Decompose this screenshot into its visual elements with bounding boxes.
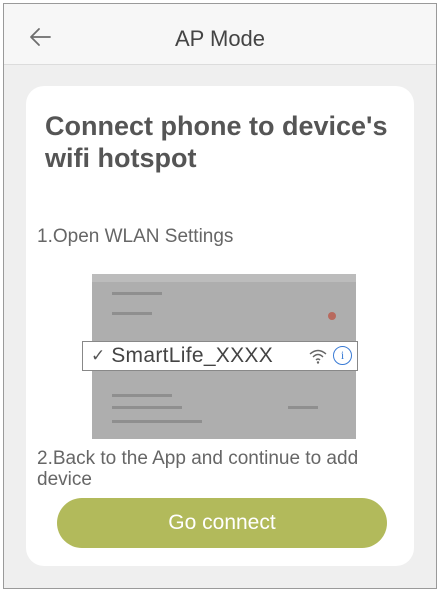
instruction-heading: Connect phone to device's wifi hotspot [45, 111, 388, 173]
illustration-line [288, 406, 318, 409]
wifi-signal-icon [309, 349, 327, 364]
app-screen: AP Mode Connect phone to device's wifi h… [3, 3, 437, 589]
navigation-bar: AP Mode [4, 4, 436, 65]
illustration-line [112, 312, 152, 315]
go-connect-button[interactable]: Go connect [57, 498, 387, 548]
toggle-indicator [328, 312, 336, 320]
illustration-line [112, 406, 182, 409]
step-two-text: 2.Back to the App and continue to add de… [37, 448, 359, 490]
info-icon: i [333, 346, 352, 365]
network-list-item: ✓ SmartLife_XXXX i [82, 341, 358, 371]
status-bar [92, 274, 356, 282]
illustration-line [112, 420, 202, 423]
page-title: AP Mode [174, 26, 266, 51]
checkmark-icon: ✓ [91, 346, 106, 365]
step-one-text: 1.Open WLAN Settings [37, 226, 234, 247]
illustration-line [112, 292, 162, 295]
network-name: SmartLife_XXXX [111, 344, 274, 367]
illustration-line [112, 394, 172, 397]
instruction-card: Connect phone to device's wifi hotspot 1… [26, 86, 414, 566]
